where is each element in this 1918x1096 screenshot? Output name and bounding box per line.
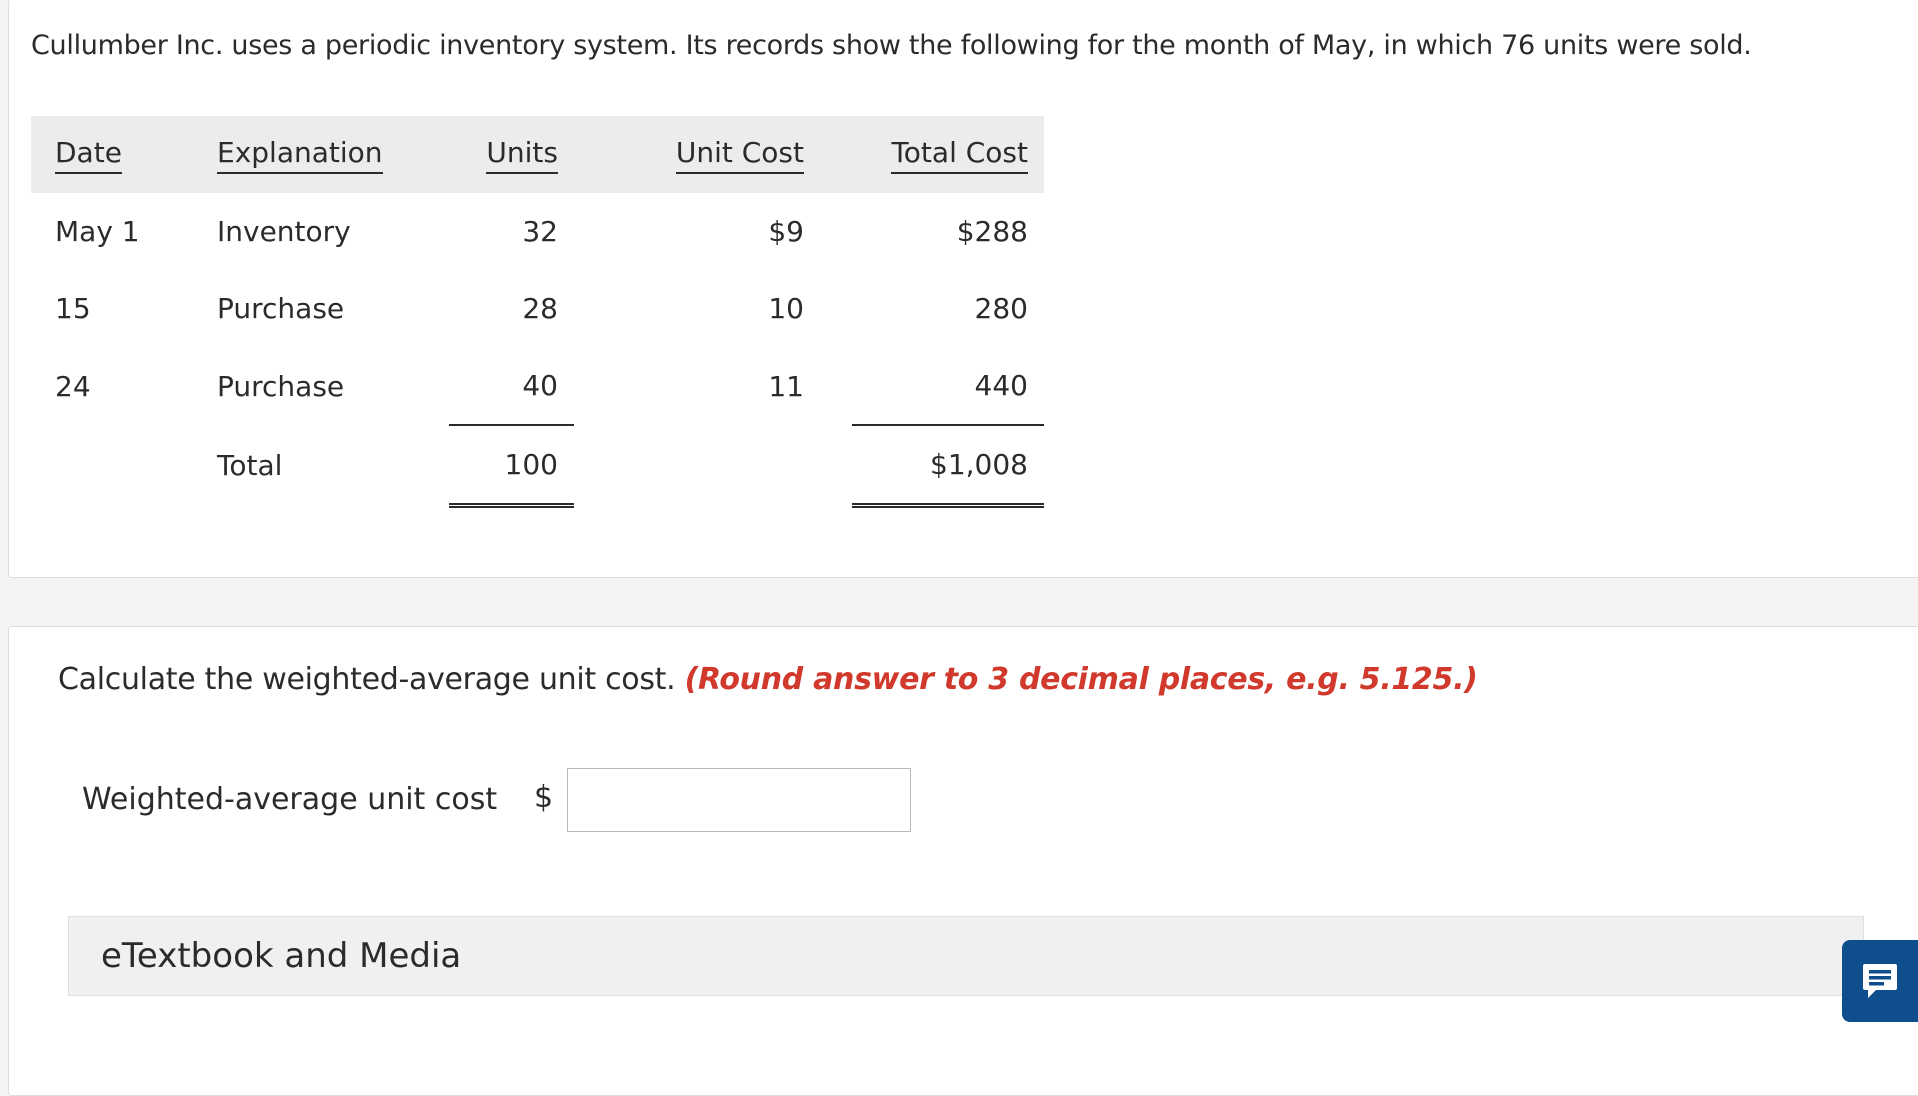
feedback-button[interactable] xyxy=(1842,940,1918,1022)
row-unit-cost: 11 xyxy=(768,369,804,403)
inventory-table: Date Explanation Units Unit Cost Total C… xyxy=(31,116,1044,508)
table-row: 15 Purchase 28 10 280 xyxy=(31,270,1044,347)
header-date: Date xyxy=(31,116,217,193)
message-icon xyxy=(1863,964,1897,998)
row-date: 15 xyxy=(55,292,91,325)
row-date: 24 xyxy=(55,369,91,403)
problem-intro: Cullumber Inc. uses a periodic inventory… xyxy=(31,30,1752,61)
row-total-cost: $288 xyxy=(956,215,1028,248)
rounding-hint: (Round answer to 3 decimal places, e.g. … xyxy=(684,662,1478,697)
total-cost: $1,008 xyxy=(852,425,1044,508)
header-unit-cost: Unit Cost xyxy=(624,116,804,193)
table-header-row: Date Explanation Units Unit Cost Total C… xyxy=(31,116,1044,193)
header-total-cost: Total Cost xyxy=(852,116,1044,193)
row-units: 40 xyxy=(449,347,574,426)
total-label: Total xyxy=(217,448,283,482)
question-prompt: Calculate the weighted-average unit cost… xyxy=(58,662,676,697)
answer-label: Weighted-average unit cost xyxy=(82,782,498,817)
weighted-average-cost-input[interactable] xyxy=(567,768,911,832)
row-explanation: Inventory xyxy=(217,215,351,248)
row-units: 32 xyxy=(522,215,558,248)
row-total-cost: 440 xyxy=(852,347,1044,426)
table-row: 24 Purchase 40 11 440 xyxy=(31,347,1044,426)
row-explanation: Purchase xyxy=(217,369,345,403)
row-date: May 1 xyxy=(55,215,140,248)
problem-card: Cullumber Inc. uses a periodic inventory… xyxy=(8,0,1918,578)
row-unit-cost: 10 xyxy=(768,292,804,325)
etextbook-media-panel[interactable]: eTextbook and Media xyxy=(68,916,1864,996)
row-total-cost: 280 xyxy=(974,292,1028,325)
currency-symbol: $ xyxy=(534,780,554,815)
header-explanation: Explanation xyxy=(217,116,449,193)
row-explanation: Purchase xyxy=(217,292,345,325)
total-units: 100 xyxy=(449,425,574,508)
table-row: May 1 Inventory 32 $9 $288 xyxy=(31,193,1044,270)
header-units: Units xyxy=(449,116,574,193)
row-units: 28 xyxy=(522,292,558,325)
table-total-row: Total 100 $1,008 xyxy=(31,425,1044,508)
question-text: Calculate the weighted-average unit cost… xyxy=(58,662,1478,697)
row-unit-cost: $9 xyxy=(768,215,804,248)
